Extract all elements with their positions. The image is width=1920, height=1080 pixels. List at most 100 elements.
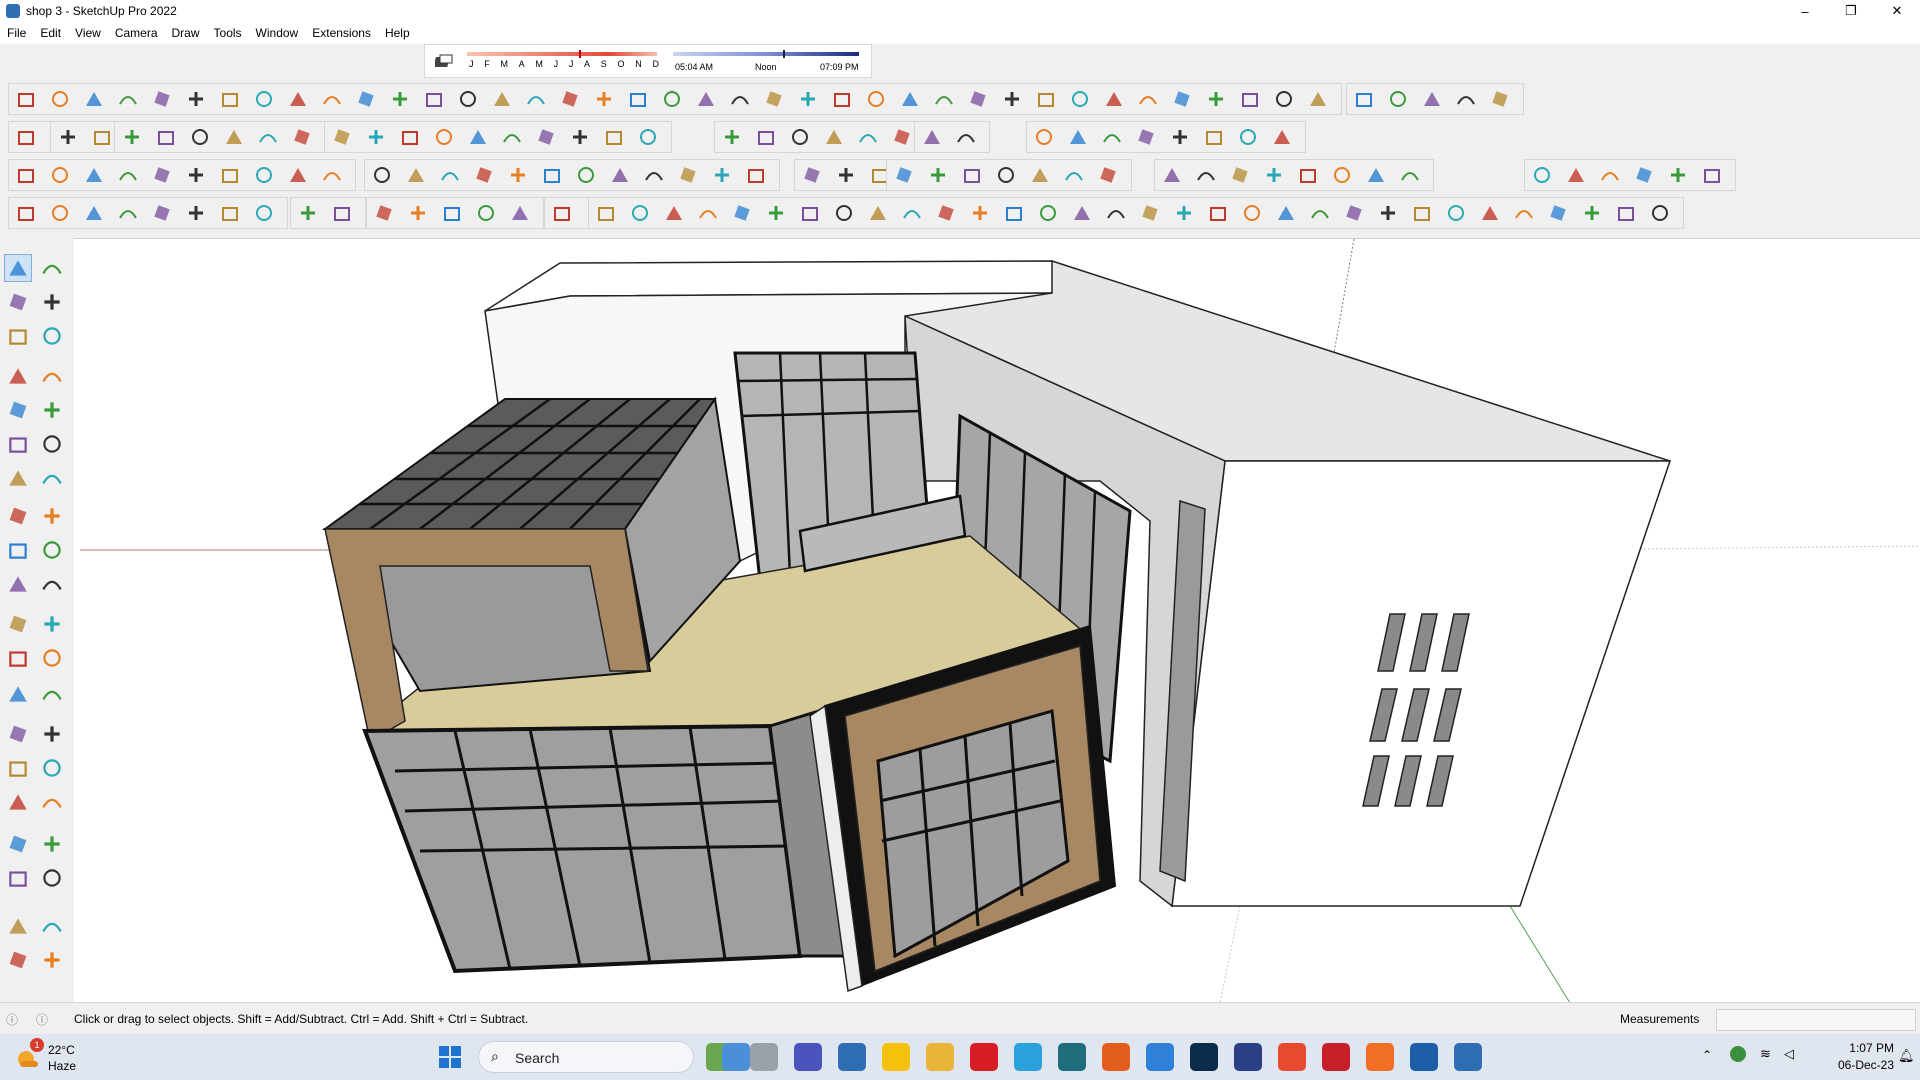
tbrow3-tool-32-icon[interactable]: [1160, 163, 1184, 187]
tbrow4-tool-31-icon[interactable]: [1036, 201, 1060, 225]
tbrow2-tool-28-icon[interactable]: [890, 125, 914, 149]
left-tool-39-icon[interactable]: [38, 946, 66, 974]
left-tool-16-icon[interactable]: [4, 536, 32, 564]
chrome-icon[interactable]: [1278, 1043, 1306, 1071]
tbrow4-tool-14-icon[interactable]: [508, 201, 532, 225]
menu-file[interactable]: File: [0, 26, 33, 40]
tbrow4-tool-37-icon[interactable]: [1240, 201, 1264, 225]
tbrow2-tool-3-icon[interactable]: [90, 125, 114, 149]
left-tool-32-icon[interactable]: [4, 830, 32, 858]
date-slider-track[interactable]: [467, 50, 657, 58]
vscode-icon[interactable]: [1146, 1043, 1174, 1071]
tbrow1-tool-5-icon[interactable]: [184, 87, 208, 111]
info-icon[interactable]: ⓘ: [36, 1011, 48, 1028]
tbrow3-tool-41-icon[interactable]: [1564, 163, 1588, 187]
tbrow2-tool-20-icon[interactable]: [568, 125, 592, 149]
tbrow3-tool-28-icon[interactable]: [994, 163, 1018, 187]
tbrow4-tool-24-icon[interactable]: [798, 201, 822, 225]
tbrow3-tool-6-icon[interactable]: [218, 163, 242, 187]
left-tool-6-icon[interactable]: [4, 362, 32, 390]
tbrow2-tool-13-icon[interactable]: [330, 125, 354, 149]
tbrow2-tool-8-icon[interactable]: [222, 125, 246, 149]
left-tool-38-icon[interactable]: [4, 946, 32, 974]
tbrow4-tool-4-icon[interactable]: [150, 201, 174, 225]
tbrow4-tool-3-icon[interactable]: [116, 201, 140, 225]
tbrow2-tool-23-icon[interactable]: [720, 125, 744, 149]
tbrow2-tool-25-icon[interactable]: [788, 125, 812, 149]
tbrow3-tool-22-icon[interactable]: [800, 163, 824, 187]
tbrow2-tool-6-icon[interactable]: [154, 125, 178, 149]
left-tool-29-icon[interactable]: [38, 754, 66, 782]
tbrow2-tool-32-icon[interactable]: [1066, 125, 1090, 149]
tbrow1-tool-31-icon[interactable]: [1068, 87, 1092, 111]
tbrow4-tool-9-icon[interactable]: [330, 201, 354, 225]
tbrow2-tool-31-icon[interactable]: [1032, 125, 1056, 149]
windows-start-icon[interactable]: [438, 1045, 462, 1069]
left-tool-10-icon[interactable]: [4, 430, 32, 458]
left-tool-34-icon[interactable]: [4, 864, 32, 892]
tbrow4-tool-10-icon[interactable]: [372, 201, 396, 225]
sketchup-taskbar-icon[interactable]: [1410, 1043, 1438, 1071]
tbrow4-tool-36-icon[interactable]: [1206, 201, 1230, 225]
tbrow2-tool-14-icon[interactable]: [364, 125, 388, 149]
tbrow1-tool-23-icon[interactable]: [796, 87, 820, 111]
tbrow3-tool-12-icon[interactable]: [438, 163, 462, 187]
tbrow3-tool-7-icon[interactable]: [252, 163, 276, 187]
tbrow3-tool-18-icon[interactable]: [642, 163, 666, 187]
tbrow3-tool-37-icon[interactable]: [1330, 163, 1354, 187]
tbrow3-tool-19-icon[interactable]: [676, 163, 700, 187]
tbrow3-tool-17-icon[interactable]: [608, 163, 632, 187]
tbrow1-tool-7-icon[interactable]: [252, 87, 276, 111]
tbrow3-tool-13-icon[interactable]: [472, 163, 496, 187]
tbrow3-tool-3-icon[interactable]: [116, 163, 140, 187]
vpn-icon[interactable]: [1234, 1043, 1262, 1071]
left-tool-25-icon[interactable]: [38, 680, 66, 708]
left-tool-24-icon[interactable]: [4, 680, 32, 708]
tbrow4-tool-12-icon[interactable]: [440, 201, 464, 225]
left-tool-26-icon[interactable]: [4, 720, 32, 748]
tbrow4-tool-38-icon[interactable]: [1274, 201, 1298, 225]
tbrow1-tool-4-icon[interactable]: [150, 87, 174, 111]
tbrow4-tool-33-icon[interactable]: [1104, 201, 1128, 225]
tbrow2-tool-30-icon[interactable]: [954, 125, 978, 149]
select-tool-icon[interactable]: [4, 254, 32, 282]
tbrow4-tool-32-icon[interactable]: [1070, 201, 1094, 225]
tbrow1-tool-28-icon[interactable]: [966, 87, 990, 111]
menu-help[interactable]: Help: [378, 26, 417, 40]
minimize-button[interactable]: –: [1782, 0, 1828, 22]
tbrow1-tool-32-icon[interactable]: [1102, 87, 1126, 111]
tbrow1-tool-26-icon[interactable]: [898, 87, 922, 111]
tbrow4-tool-34-icon[interactable]: [1138, 201, 1162, 225]
tbrow4-tool-43-icon[interactable]: [1444, 201, 1468, 225]
terminal-icon[interactable]: [1058, 1043, 1086, 1071]
tbrow4-tool-47-icon[interactable]: [1580, 201, 1604, 225]
menu-camera[interactable]: Camera: [108, 26, 165, 40]
tbrow2-tool-33-icon[interactable]: [1100, 125, 1124, 149]
tbrow2-tool-36-icon[interactable]: [1202, 125, 1226, 149]
tbrow3-tool-9-icon[interactable]: [320, 163, 344, 187]
left-tool-35-icon[interactable]: [38, 864, 66, 892]
clock-time[interactable]: 1:07 PM: [1824, 1041, 1894, 1055]
left-tool-22-icon[interactable]: [4, 644, 32, 672]
tbrow2-tool-35-icon[interactable]: [1168, 125, 1192, 149]
left-tool-5-icon[interactable]: [38, 322, 66, 350]
left-tool-1-icon[interactable]: [38, 254, 66, 282]
tbrow1-tool-29-icon[interactable]: [1000, 87, 1024, 111]
left-tool-8-icon[interactable]: [4, 396, 32, 424]
tbrow3-tool-16-icon[interactable]: [574, 163, 598, 187]
teams-icon[interactable]: [794, 1043, 822, 1071]
left-tool-9-icon[interactable]: [38, 396, 66, 424]
tbrow2-tool-18-icon[interactable]: [500, 125, 524, 149]
left-tool-12-icon[interactable]: [4, 464, 32, 492]
tbrow3-tool-21-icon[interactable]: [744, 163, 768, 187]
volume-icon[interactable]: ◁: [1784, 1046, 1794, 1062]
soundcloud-icon[interactable]: [1366, 1043, 1394, 1071]
menu-edit[interactable]: Edit: [33, 26, 68, 40]
tbrow1-tool-40-icon[interactable]: [1386, 87, 1410, 111]
tbrow4-tool-49-icon[interactable]: [1648, 201, 1672, 225]
left-tool-21-icon[interactable]: [38, 610, 66, 638]
menu-draw[interactable]: Draw: [165, 26, 207, 40]
pinterest-icon[interactable]: [1322, 1043, 1350, 1071]
tbrow2-tool-0-icon[interactable]: [14, 125, 38, 149]
tbrow3-tool-36-icon[interactable]: [1296, 163, 1320, 187]
